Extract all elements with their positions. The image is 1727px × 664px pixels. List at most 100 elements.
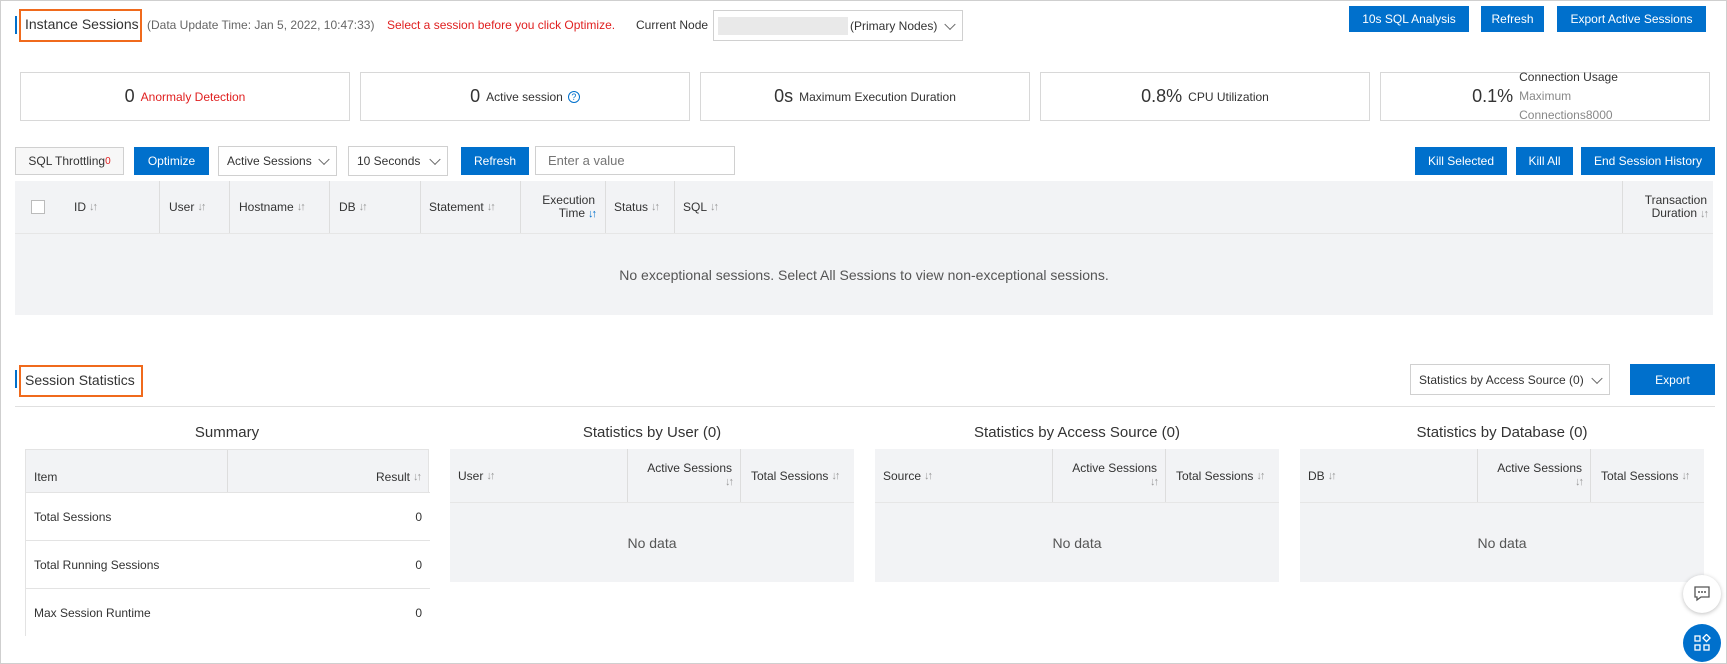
- connection-usage-value: 0.1%: [1472, 86, 1514, 106]
- by-db-col-active[interactable]: Active Sessions ↓↑: [1478, 449, 1591, 502]
- by-source-no-data: No data: [875, 502, 1279, 582]
- sort-icon[interactable]: ↓↑: [1328, 470, 1337, 482]
- by-user-col-active[interactable]: Active Sessions ↓↑: [628, 449, 741, 502]
- sort-icon[interactable]: ↓↑: [831, 470, 840, 482]
- sort-icon[interactable]: ↓↑: [487, 201, 496, 213]
- sort-icon[interactable]: ↓↑: [1256, 470, 1265, 482]
- throttling-count: 0: [105, 155, 111, 167]
- col-execution-time[interactable]: Execution Time ↓↑: [521, 181, 606, 233]
- sql-analysis-button[interactable]: 10s SQL Analysis: [1349, 6, 1469, 32]
- summary-table: Item Result ↓↑ Total Sessions 0 Total Run…: [25, 449, 430, 636]
- apps-button[interactable]: [1683, 624, 1721, 662]
- by-db-title: Statistics by Database (0): [1416, 424, 1588, 441]
- sort-icon[interactable]: ↓↑: [413, 471, 422, 483]
- by-db-col-total[interactable]: Total Sessions ↓↑: [1591, 449, 1704, 502]
- sort-icon[interactable]: ↓↑: [1150, 476, 1159, 489]
- by-db-col-db[interactable]: DB ↓↑: [1300, 449, 1478, 502]
- col-transaction-duration-label: Transaction Duration ↓↑: [1645, 193, 1709, 221]
- help-icon[interactable]: ?: [567, 90, 580, 103]
- col-db[interactable]: DB ↓↑: [330, 181, 421, 233]
- max-connections-value: Connections8000: [1519, 108, 1613, 122]
- col-execution-time-label: Execution Time ↓↑: [542, 193, 597, 221]
- max-connections-label: Maximum: [1519, 89, 1572, 103]
- by-user-col-total[interactable]: Total Sessions ↓↑: [741, 449, 854, 502]
- by-source-col-source[interactable]: Source ↓↑: [875, 449, 1053, 502]
- instance-sessions-title: Instance Sessions: [25, 16, 139, 32]
- end-session-history-button[interactable]: End Session History: [1581, 147, 1715, 175]
- export-button[interactable]: Export: [1630, 364, 1715, 395]
- interval-select[interactable]: 10 Seconds: [348, 146, 448, 176]
- apps-grid-icon: [1694, 634, 1711, 651]
- chevron-down-icon: [318, 153, 330, 166]
- sort-icon[interactable]: ↓↑: [588, 208, 597, 221]
- col-hostname[interactable]: Hostname ↓↑: [230, 181, 330, 233]
- sql-throttling-button[interactable]: SQL Throttling 0: [15, 147, 124, 175]
- by-source-col-total[interactable]: Total Sessions ↓↑: [1166, 449, 1279, 502]
- col-sql[interactable]: SQL ↓↑: [675, 181, 1623, 233]
- col-transaction-line2: Duration: [1651, 205, 1697, 220]
- session-filter-select[interactable]: Active Sessions: [218, 146, 337, 176]
- feedback-button[interactable]: [1683, 575, 1721, 613]
- by-db-table: DB ↓↑ Active Sessions ↓↑ Total Sessions ↓↑ …: [1300, 449, 1704, 582]
- summary-result: 0: [415, 557, 422, 572]
- by-user-col-user[interactable]: User ↓↑: [450, 449, 628, 502]
- statistics-source-select[interactable]: Statistics by Access Source (0): [1410, 364, 1610, 395]
- summary-col-result-label: Result: [375, 469, 410, 484]
- interval-value: 10 Seconds: [357, 154, 421, 168]
- connection-usage-card: 0.1% Connection Usage Maximum Connection…: [1380, 70, 1710, 122]
- col-status[interactable]: Status ↓↑: [606, 181, 675, 233]
- section-marker: [15, 370, 17, 388]
- col-hostname-label: Hostname: [239, 200, 294, 214]
- sort-icon[interactable]: ↓↑: [1681, 470, 1690, 482]
- by-user-col-active-label: Active Sessions ↓↑: [647, 461, 734, 489]
- by-db-col-total-label: Total Sessions: [1601, 468, 1679, 483]
- anomaly-label[interactable]: Anormaly Detection: [141, 90, 246, 104]
- kill-all-button[interactable]: Kill All: [1516, 147, 1573, 175]
- sort-icon[interactable]: ↓↑: [1575, 476, 1584, 489]
- summary-item: Total Sessions: [34, 509, 112, 524]
- sort-icon[interactable]: ↓↑: [710, 201, 719, 213]
- active-session-value: 0: [470, 86, 481, 106]
- sort-icon[interactable]: ↓↑: [651, 201, 660, 213]
- sort-icon[interactable]: ↓↑: [1700, 208, 1709, 221]
- refresh-button[interactable]: Refresh: [1481, 6, 1544, 32]
- chat-icon: [1694, 586, 1710, 602]
- active-session-label: Active session: [486, 89, 563, 104]
- optimize-hint: Select a session before you click Optimi…: [387, 18, 616, 32]
- col-id[interactable]: ID ↓↑: [59, 181, 160, 233]
- max-duration-value: 0s: [774, 86, 794, 106]
- select-all-checkbox[interactable]: [31, 200, 45, 214]
- summary-item: Max Session Runtime: [34, 605, 151, 620]
- cpu-label: CPU Utilization: [1188, 89, 1269, 104]
- col-id-label: ID: [74, 200, 86, 214]
- by-user-col-active-text: Active Sessions: [647, 461, 732, 475]
- col-transaction-duration[interactable]: Transaction Duration ↓↑: [1623, 181, 1711, 233]
- kill-selected-button[interactable]: Kill Selected: [1415, 147, 1507, 175]
- col-user[interactable]: User ↓↑: [160, 181, 230, 233]
- sort-icon[interactable]: ↓↑: [924, 470, 933, 482]
- sort-icon[interactable]: ↓↑: [197, 201, 206, 213]
- by-source-col-active[interactable]: Active Sessions ↓↑: [1053, 449, 1166, 502]
- search-input[interactable]: [535, 146, 735, 175]
- sessions-empty-message: No exceptional sessions. Select All Sess…: [15, 233, 1713, 315]
- active-session-card: 0 Active session ?: [360, 72, 690, 121]
- sort-icon[interactable]: ↓↑: [359, 201, 368, 213]
- by-user-col-user-label: User: [458, 468, 484, 483]
- by-source-col-active-label: Active Sessions ↓↑: [1072, 462, 1159, 489]
- sort-icon[interactable]: ↓↑: [297, 201, 306, 213]
- sort-icon[interactable]: ↓↑: [89, 201, 98, 213]
- sort-icon[interactable]: ↓↑: [725, 476, 734, 489]
- sql-throttling-label: SQL Throttling: [28, 154, 106, 168]
- col-db-label: DB: [339, 200, 356, 214]
- optimize-button[interactable]: Optimize: [134, 147, 209, 175]
- sort-icon[interactable]: ↓↑: [486, 470, 495, 482]
- table-refresh-button[interactable]: Refresh: [461, 147, 529, 175]
- by-source-title: Statistics by Access Source (0): [974, 424, 1180, 441]
- by-source-table: Source ↓↑ Active Sessions ↓↑ Total Session…: [875, 449, 1279, 582]
- by-source-col-total-label: Total Sessions: [1176, 468, 1254, 483]
- col-statement[interactable]: Statement ↓↑: [421, 181, 521, 233]
- col-sql-label: SQL: [683, 200, 708, 214]
- current-node-select[interactable]: (Primary Nodes): [713, 10, 963, 41]
- export-active-sessions-button[interactable]: Export Active Sessions: [1557, 6, 1706, 32]
- summary-result: 0: [415, 509, 422, 524]
